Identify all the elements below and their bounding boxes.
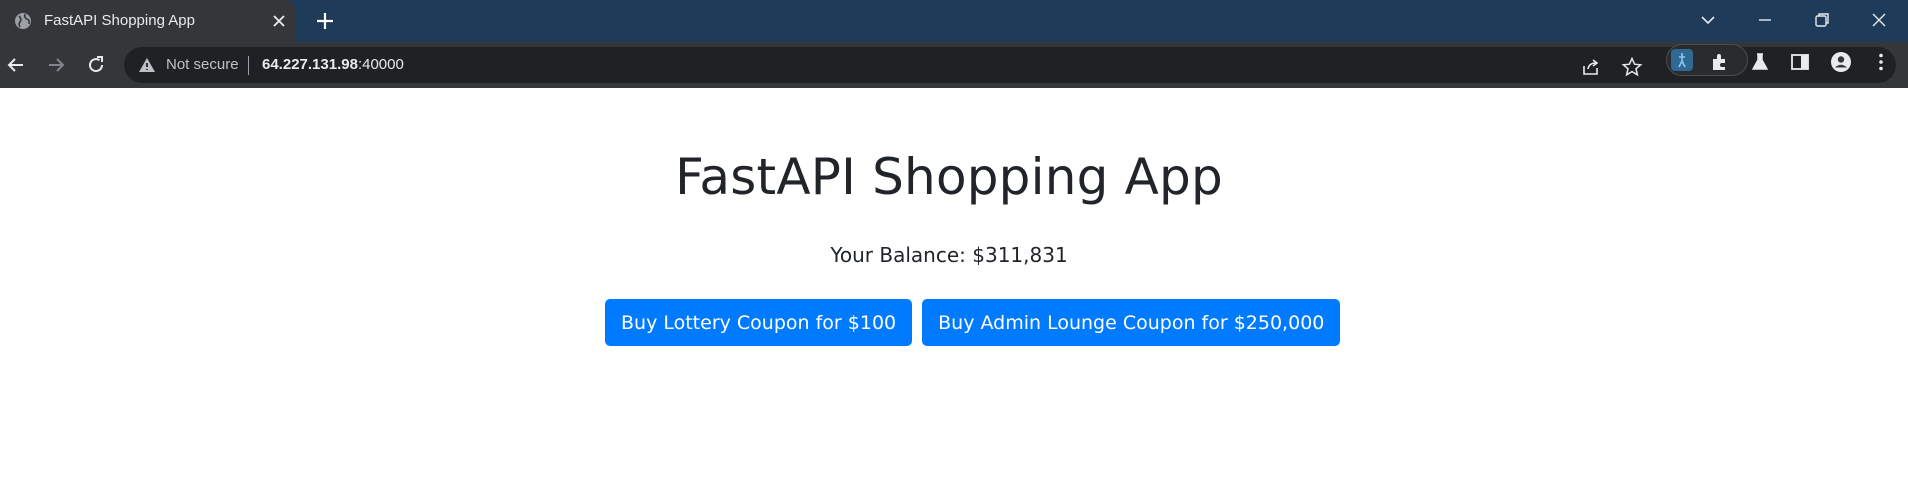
minimize-icon[interactable] xyxy=(1753,8,1777,32)
address-divider xyxy=(248,56,249,75)
buy-lottery-coupon-button[interactable]: Buy Lottery Coupon for $100 xyxy=(605,299,913,346)
restore-icon[interactable] xyxy=(1810,8,1834,32)
url-port: :40000 xyxy=(357,56,404,73)
close-window-icon[interactable] xyxy=(1867,8,1891,32)
url-text[interactable]: 64.227.131.98:40000 xyxy=(262,56,404,73)
security-label[interactable]: Not secure xyxy=(166,56,239,73)
profile-avatar-icon[interactable] xyxy=(1830,51,1852,73)
extension-icon[interactable] xyxy=(1671,49,1693,71)
warning-icon[interactable] xyxy=(138,56,156,74)
reload-icon[interactable] xyxy=(84,53,108,77)
page-content: FastAPI Shopping App Your Balance: $311,… xyxy=(0,88,1908,487)
menu-kebab-icon[interactable] xyxy=(1870,51,1892,73)
browser-tab[interactable]: FastAPI Shopping App xyxy=(0,0,295,42)
balance-text: Your Balance: $311,831 xyxy=(830,243,1068,267)
forward-icon[interactable] xyxy=(44,53,68,77)
labs-flask-icon[interactable] xyxy=(1749,51,1771,73)
tab-search-icon[interactable] xyxy=(1696,8,1720,32)
coupon-buttons: Buy Lottery Coupon for $100 Buy Admin Lo… xyxy=(605,299,1341,346)
address-bar[interactable]: Not secure 64.227.131.98:40000 xyxy=(124,47,1896,83)
url-host: 64.227.131.98 xyxy=(262,56,358,73)
star-icon[interactable] xyxy=(1621,56,1643,78)
share-icon[interactable] xyxy=(1580,56,1602,78)
new-tab-icon[interactable] xyxy=(314,10,336,32)
tab-strip: FastAPI Shopping App xyxy=(0,0,1908,42)
extensions-puzzle-icon[interactable] xyxy=(1709,51,1731,73)
browser-toolbar: Not secure 64.227.131.98:40000 xyxy=(0,42,1908,88)
close-tab-icon[interactable] xyxy=(270,12,288,30)
back-icon[interactable] xyxy=(4,53,28,77)
side-panel-icon[interactable] xyxy=(1789,51,1811,73)
buy-admin-lounge-coupon-button[interactable]: Buy Admin Lounge Coupon for $250,000 xyxy=(922,299,1341,346)
tab-title: FastAPI Shopping App xyxy=(44,12,195,29)
extension-figure-icon xyxy=(1678,53,1686,68)
page-title: FastAPI Shopping App xyxy=(675,148,1223,206)
globe-icon xyxy=(15,13,31,29)
